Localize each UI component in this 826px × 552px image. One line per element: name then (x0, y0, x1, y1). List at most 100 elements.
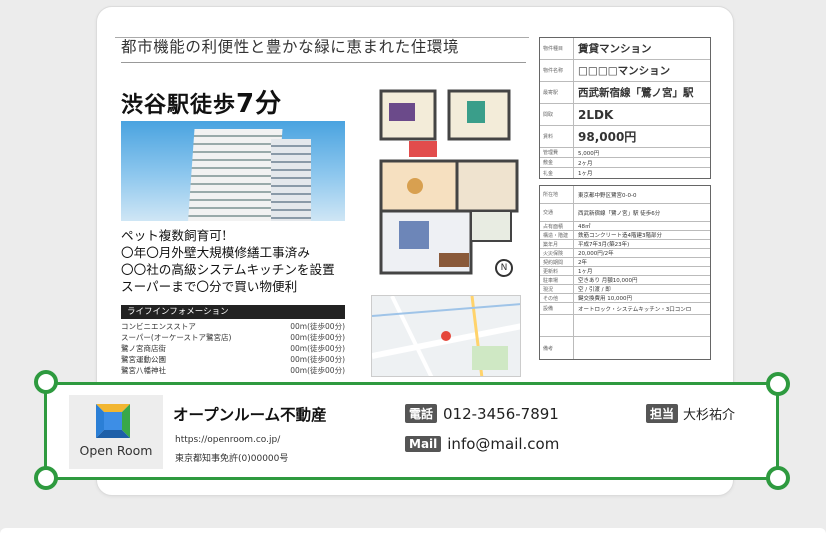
specs-detail: 所在地 東京都中野区鷺宮0-0-0 交通 西武新宿線「鷺ノ宮」駅 徒歩6分 占有面積… (539, 185, 711, 360)
spec-row: 所在地 東京都中野区鷺宮0-0-0 (540, 186, 710, 204)
lifeinfo-list: コンビニエンスストア 00m(徒歩00分) スーパー(オーケーストア鷺宮店) 00m… (121, 321, 345, 376)
lifeinfo-distance: 00m(徒歩00分) (290, 344, 345, 353)
open-room-logo-icon (96, 404, 130, 438)
area-map (371, 295, 521, 377)
station-prefix: 渋谷駅徒歩 (121, 93, 237, 118)
spec-value: 西武新宿線「鷺ノ宮」駅 (578, 87, 694, 99)
lifeinfo-distance: 00m(徒歩00分) (290, 355, 345, 364)
spec-row: 築年月 平成7年3月(築23年) (540, 240, 710, 249)
lifeinfo-name: 鷺宮運動公園 (121, 355, 166, 364)
mail-tag: Mail (405, 435, 442, 452)
spec-row: 賃料 98,000円 (540, 126, 710, 148)
resize-handle-top-left[interactable] (34, 370, 58, 394)
spec-row: その他 鍵交換費用 10,000円 (540, 294, 710, 303)
spec-key: 更新料 (540, 267, 574, 275)
spec-value: 鉄筋コンクリート造4階建3階部分 (578, 233, 662, 239)
email-address[interactable]: info@mail.com (447, 435, 559, 453)
lifeinfo-row: コンビニエンスストア 00m(徒歩00分) (121, 321, 345, 332)
flyer-headline: 都市機能の利便性と豊かな緑に恵まれた住環境 (121, 35, 526, 63)
spec-key: 構造・階建 (540, 231, 574, 239)
lifeinfo-row: 鷺ノ宮商店街 00m(徒歩00分) (121, 343, 345, 354)
spec-row: 物件種目 賃貸マンション (540, 38, 710, 60)
spec-key: 物件名称 (540, 60, 574, 81)
spec-row: 物件名称 □□□□マンション (540, 60, 710, 82)
spec-key: 礼金 (540, 168, 574, 178)
spec-row (540, 315, 710, 337)
property-flyer: 都市機能の利便性と豊かな緑に恵まれた住環境 渋谷駅徒歩7分 ペット複数飼育可! … (111, 29, 713, 389)
spec-value: 平成7年3月(築23年) (578, 242, 630, 248)
logo-text: Open Room (79, 443, 153, 458)
spec-row: 最寄駅 西武新宿線「鷺ノ宮」駅 (540, 82, 710, 104)
agency-logo: Open Room (69, 395, 163, 469)
spec-value: オートロック・システムキッチン・3口コンロ (578, 306, 692, 313)
bottom-bar (0, 528, 826, 552)
spec-value: 空きあり 月額10,000円 (578, 278, 638, 284)
features-list: ペット複数飼育可! 〇年〇月外壁大規模修繕工事済み 〇〇社の高級システムキッチン… (121, 227, 335, 295)
spec-row: 現況空 / 引渡 / 即 (540, 285, 710, 294)
spec-key: 備考 (540, 337, 574, 359)
phone-number[interactable]: 012-3456-7891 (443, 405, 559, 423)
spec-value: 98,000円 (578, 130, 637, 144)
spec-row: 間取 2LDK (540, 104, 710, 126)
spec-row: 占有面積 48㎡ (540, 222, 710, 231)
spec-value: 48㎡ (578, 224, 591, 230)
spec-key: 交通 (540, 204, 574, 221)
resize-handle-top-right[interactable] (766, 372, 790, 396)
spec-row: 火災保険 20,000円/2年 (540, 249, 710, 258)
spec-row: 管理費 5,000円 (540, 148, 710, 158)
spec-key: 築年月 (540, 240, 574, 248)
spec-value: 20,000円/2年 (578, 251, 614, 257)
compass-icon: N (495, 259, 513, 277)
spec-value: 5,000円 (578, 150, 600, 157)
spec-key: 占有面積 (540, 222, 574, 230)
agency-info-selection[interactable]: Open Room オープンルーム不動産 https://openroom.co… (44, 382, 779, 480)
spec-key: 間取 (540, 104, 574, 125)
lifeinfo-row: 鷺宮運動公園 00m(徒歩00分) (121, 354, 345, 365)
spec-key: 敷金 (540, 158, 574, 167)
lifeinfo-distance: 00m(徒歩00分) (290, 322, 345, 331)
phone-tag: 電話 (405, 404, 438, 423)
floor-plan (379, 89, 519, 275)
spec-key: 駐車場 (540, 276, 574, 284)
company-name: オープンルーム不動産 (173, 406, 327, 424)
station-minutes: 7分 (236, 89, 283, 119)
spec-row: 駐車場 空きあり 月額10,000円 (540, 276, 710, 285)
feature-item: ペット複数飼育可! (121, 228, 227, 243)
staff-info: 担当 大杉祐介 (646, 403, 735, 423)
spec-key (540, 315, 574, 336)
spec-key: 賃料 (540, 126, 574, 147)
spec-value: 1ヶ月 (578, 269, 593, 275)
spec-row: 設備 オートロック・システムキッチン・3口コンロ (540, 303, 710, 315)
feature-item: 〇〇社の高級システムキッチンを設置 (121, 262, 335, 277)
company-url[interactable]: https://openroom.co.jp/ (175, 435, 280, 445)
resize-handle-bottom-right[interactable] (766, 466, 790, 490)
building-photo (121, 121, 345, 221)
spec-key: 所在地 (540, 186, 574, 203)
spec-value: □□□□マンション (578, 65, 671, 77)
spec-value: 2年 (578, 260, 587, 266)
spec-key: 設備 (540, 303, 574, 314)
spec-value: 東京都中野区鷺宮0-0-0 (578, 192, 637, 199)
spec-key: 管理費 (540, 148, 574, 157)
phone-info: 電話 012-3456-7891 (405, 403, 559, 423)
spec-key: 契約期間 (540, 258, 574, 266)
lifeinfo-name: 鷺宮八幡神社 (121, 366, 166, 375)
spec-value: 1ヶ月 (578, 171, 593, 177)
staff-tag: 担当 (646, 404, 679, 423)
spec-value: 2LDK (578, 107, 614, 122)
lifeinfo-row: スーパー(オーケーストア鷺宮店) 00m(徒歩00分) (121, 332, 345, 343)
spec-row: 構造・階建 鉄筋コンクリート造4階建3階部分 (540, 231, 710, 240)
lifeinfo-name: スーパー(オーケーストア鷺宮店) (121, 333, 232, 342)
resize-handle-bottom-left[interactable] (34, 466, 58, 490)
property-specs: 物件種目 賃貸マンション 物件名称 □□□□マンション 最寄駅 西武新宿線「鷺ノ宮」駅… (539, 37, 711, 360)
map-pin-icon (441, 331, 451, 341)
spec-key: 現況 (540, 285, 574, 293)
mail-info: Mail info@mail.com (405, 433, 559, 453)
spec-row: 備考 (540, 337, 710, 359)
spec-key: 火災保険 (540, 249, 574, 257)
spec-key: 最寄駅 (540, 82, 574, 103)
lifeinfo-distance: 00m(徒歩00分) (290, 366, 345, 375)
spec-value: 賃貸マンション (578, 43, 652, 55)
spec-value: 西武新宿線「鷺ノ宮」駅 徒歩6分 (578, 210, 661, 217)
map-graphic (372, 296, 520, 376)
